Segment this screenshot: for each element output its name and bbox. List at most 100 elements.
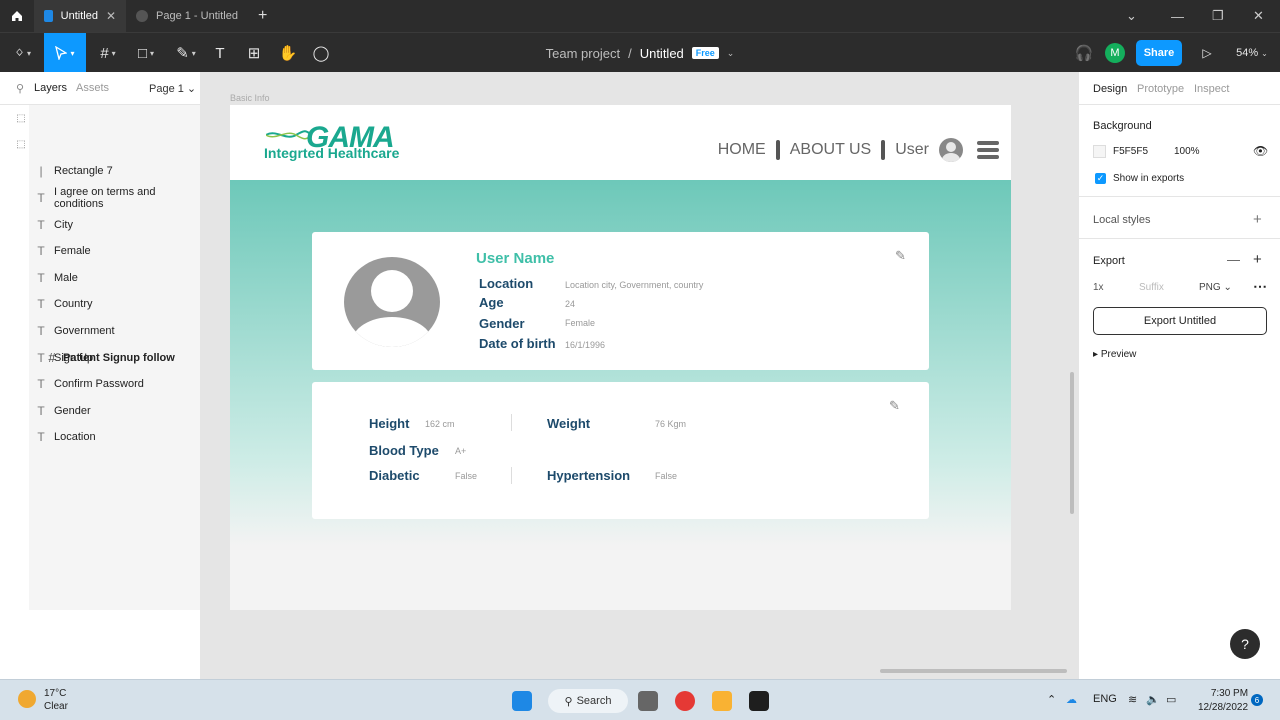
frame-label[interactable]: Basic Info [230, 93, 270, 103]
minimize-icon[interactable]: — [1171, 0, 1184, 32]
eye-icon[interactable]: 👁 [1253, 144, 1268, 158]
layer-item[interactable]: | Rectangle 7 [0, 158, 200, 185]
notification-badge[interactable]: 6 [1251, 694, 1263, 706]
component-icon: ⬚ [16, 112, 26, 124]
move-tool-icon[interactable]: ▾ [44, 33, 86, 73]
edit-icon[interactable]: ✎ [889, 398, 903, 413]
tab-design[interactable]: Design [1093, 83, 1127, 95]
remove-export-icon[interactable]: — [1227, 252, 1240, 267]
nav-about[interactable]: ABOUT US [790, 141, 872, 159]
pen-tool-icon[interactable]: ✎ ▾ [170, 33, 202, 73]
wifi-icon[interactable]: ≋ [1128, 693, 1137, 706]
layer-item[interactable]: T Government [0, 318, 200, 345]
volume-icon[interactable]: 🔈 [1146, 693, 1160, 706]
page-selector[interactable]: Page 1 ⌄ [149, 82, 196, 95]
layer-item[interactable]: T I agree on terms and conditions [0, 185, 200, 212]
battery-icon[interactable]: ▭ [1166, 693, 1176, 706]
present-icon[interactable]: ▷ [1196, 33, 1218, 73]
moon-weather-icon[interactable] [18, 690, 36, 708]
tab-untitled[interactable]: Untitled ✕ [34, 0, 126, 32]
language-indicator[interactable]: ENG [1093, 693, 1117, 705]
search-icon[interactable]: ⚲ [16, 82, 24, 95]
layer-item[interactable]: T City [0, 211, 200, 238]
layer-item[interactable]: T Male [0, 265, 200, 292]
headphones-icon[interactable]: 🎧 [1072, 33, 1096, 73]
zoom-menu[interactable]: 54% ⌄ [1232, 33, 1272, 73]
tab-layers[interactable]: Layers [34, 82, 67, 94]
tab-assets[interactable]: Assets [76, 82, 109, 94]
avatar[interactable]: M [1105, 43, 1125, 63]
tab-page1[interactable]: Page 1 - Untitled [126, 0, 250, 32]
team-name[interactable]: Team project [546, 46, 620, 61]
export-scale[interactable]: 1x [1093, 282, 1104, 293]
breadcrumb-separator: / [628, 45, 632, 61]
layer-item[interactable]: T Country [0, 291, 200, 318]
close-icon[interactable]: ✕ [106, 9, 116, 23]
profile-avatar [344, 257, 440, 347]
nav-home[interactable]: HOME [718, 141, 766, 159]
divider [1079, 238, 1280, 239]
hand-tool-icon[interactable]: ✋ [276, 33, 300, 73]
edit-icon[interactable]: ✎ [895, 248, 909, 263]
task-view-icon[interactable] [638, 691, 658, 711]
export-button[interactable]: Export Untitled [1093, 307, 1267, 335]
add-style-icon[interactable]: + [1253, 211, 1262, 228]
layer-item[interactable]: T Gender [0, 398, 200, 425]
export-suffix-input[interactable]: Suffix [1139, 282, 1164, 293]
figma-file-icon [44, 10, 53, 22]
home-icon[interactable] [0, 0, 34, 32]
background-hex[interactable]: F5F5F5 [1113, 146, 1148, 157]
main-menu-icon[interactable]: ᛜ ▾ [8, 33, 38, 73]
shape-tool-icon[interactable]: □ ▾ [130, 33, 162, 73]
layer-item[interactable]: T Female [0, 238, 200, 265]
chevron-down-icon[interactable]: ⌄ [727, 48, 735, 59]
tab-prototype[interactable]: Prototype [1137, 83, 1184, 95]
user-icon[interactable] [939, 138, 963, 162]
preview-toggle[interactable]: ▸ Preview [1093, 349, 1136, 360]
file-explorer-icon[interactable] [712, 691, 732, 711]
hamburger-menu-icon[interactable] [977, 141, 999, 159]
comment-tool-icon[interactable]: ◯ [309, 33, 333, 73]
add-export-icon[interactable]: + [1253, 251, 1262, 268]
layer-item[interactable]: T Location [0, 424, 200, 451]
frame-tool-icon[interactable]: # ▾ [92, 33, 124, 73]
chrome-icon[interactable] [675, 691, 695, 711]
text-tool-icon[interactable]: T [208, 33, 232, 73]
show-in-exports-checkbox[interactable]: ✓ [1095, 173, 1106, 184]
layer-item[interactable]: T Confirm Password [0, 371, 200, 398]
layer-item[interactable]: T Sign Up [0, 344, 200, 371]
tab-inspect[interactable]: Inspect [1194, 83, 1229, 95]
onedrive-icon[interactable]: ☁ [1066, 693, 1077, 706]
layers-panel: ⚲ Layers Assets Page 1 ⌄ ⬚icon "nav arro… [0, 72, 201, 679]
logo-tagline: Integrted Healthcare [264, 145, 400, 161]
nav-user[interactable]: User [895, 141, 929, 159]
background-swatch[interactable] [1093, 145, 1106, 158]
new-tab-icon[interactable]: + [258, 7, 267, 25]
chevron-up-icon[interactable]: ⌃ [1047, 693, 1056, 706]
gender-value: Female [565, 318, 596, 328]
share-button[interactable]: Share [1136, 40, 1182, 66]
start-icon[interactable] [512, 691, 532, 711]
restore-icon[interactable]: ❐ [1212, 0, 1224, 32]
close-window-icon[interactable]: ✕ [1253, 0, 1264, 32]
text-layer-icon: T [37, 244, 45, 259]
file-name[interactable]: Untitled [640, 46, 684, 61]
background-opacity[interactable]: 100% [1174, 146, 1200, 157]
horizontal-scrollbar[interactable] [880, 669, 1067, 673]
text-layer-icon: T [37, 324, 45, 339]
more-options-icon[interactable]: ⋯ [1253, 278, 1267, 295]
divider [1079, 196, 1280, 197]
weight-label: Weight [547, 416, 591, 431]
help-button[interactable]: ? [1230, 629, 1260, 659]
basic-info-frame[interactable]: GAMA Integrted Healthcare HOME ABOUT US … [230, 105, 1011, 610]
vertical-scrollbar[interactable] [1070, 372, 1074, 514]
canvas[interactable]: Basic Info GAMA Integrted Healthcare HOM… [201, 72, 1078, 679]
export-format-select[interactable]: PNG ⌄ [1199, 282, 1232, 293]
resources-icon[interactable]: ⊞ [242, 33, 266, 73]
title-bar: Untitled ✕ Page 1 - Untitled + ⌄ — ❐ ✕ [0, 0, 1280, 32]
chevron-down-icon[interactable]: ⌄ [1126, 0, 1137, 32]
clock[interactable]: 7:30 PM 12/28/2022 [1198, 687, 1248, 715]
figma-app-icon[interactable] [749, 691, 769, 711]
taskbar-search[interactable]: ⚲ Search [548, 689, 628, 713]
location-label: Location [479, 276, 534, 291]
